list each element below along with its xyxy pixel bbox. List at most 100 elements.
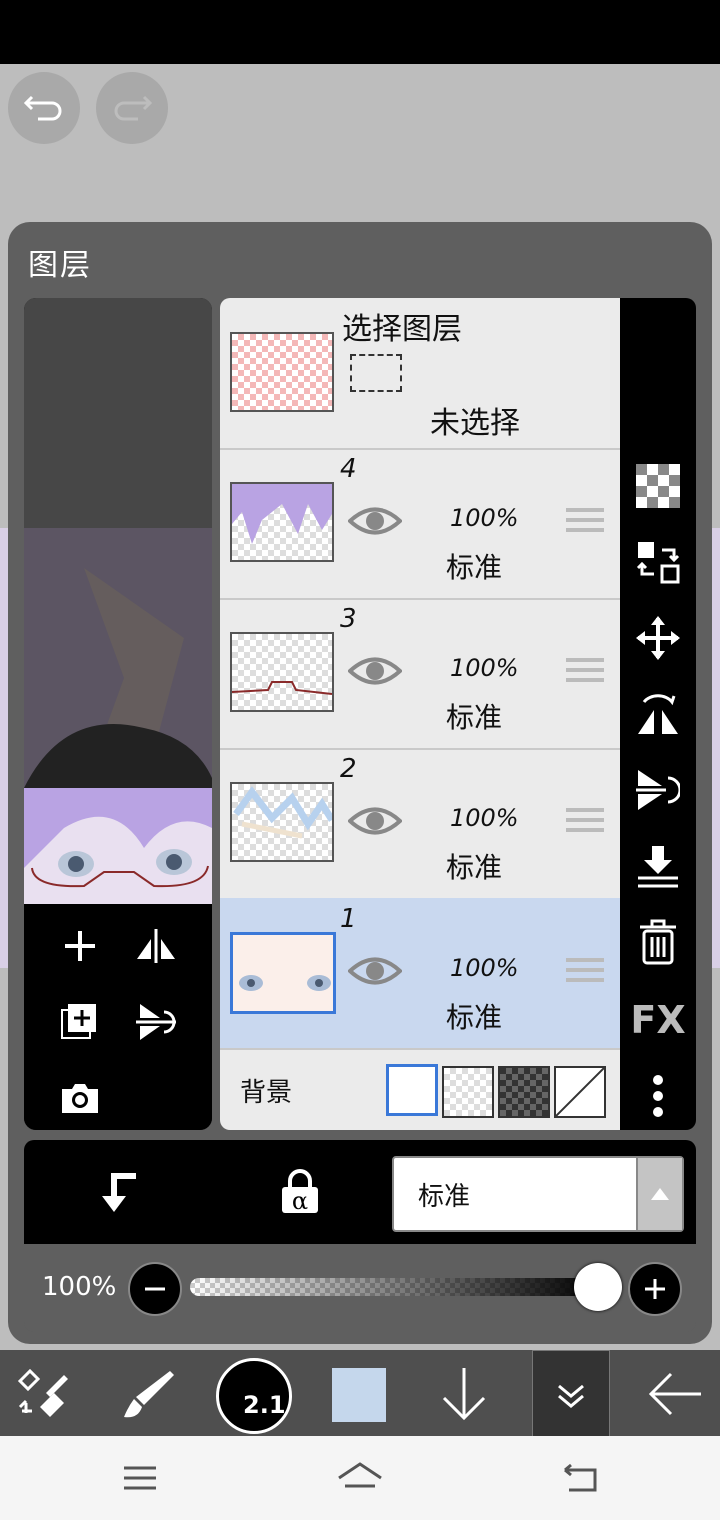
background-white-option[interactable]	[386, 1064, 438, 1116]
background-transparent-option[interactable]	[442, 1066, 494, 1118]
camera-button[interactable]	[58, 1076, 102, 1120]
layer-down-button[interactable]	[436, 1364, 492, 1424]
visibility-eye-icon[interactable]	[347, 654, 403, 692]
status-bar	[0, 0, 720, 64]
blend-mode-value: 标准	[418, 1182, 471, 1212]
selection-layer-thumbnail	[230, 332, 334, 412]
opacity-label: 100%	[42, 1272, 117, 1302]
home-icon	[338, 1462, 382, 1488]
flip-vertical-icon	[136, 1004, 176, 1040]
layer-number: 1	[340, 904, 357, 934]
flip-vertical-icon[interactable]	[634, 766, 682, 814]
layer-opacity: 100%	[450, 804, 519, 832]
chevron-up-icon	[651, 1188, 669, 1200]
layer-thumbnail	[230, 932, 336, 1014]
drag-handle-icon[interactable]	[566, 658, 604, 688]
brush-icon	[124, 1371, 174, 1418]
opacity-decrease-button[interactable]	[128, 1262, 182, 1316]
layer-thumbnail	[230, 482, 334, 562]
clip-layer-button[interactable]	[94, 1168, 142, 1216]
preview-canvas-top	[24, 298, 212, 528]
brush-size-button[interactable]: 2.1	[216, 1358, 292, 1434]
back-button[interactable]	[644, 1364, 706, 1424]
visibility-eye-icon[interactable]	[347, 954, 403, 992]
redo-button[interactable]	[96, 72, 168, 144]
background-dark-option[interactable]	[498, 1066, 550, 1118]
background-row: 背景	[220, 1048, 620, 1130]
layer-thumbnail	[230, 782, 334, 862]
alpha-lock-button[interactable]: α	[274, 1166, 326, 1218]
selection-layer-row[interactable]: 选择图层 未选择	[220, 298, 620, 450]
layer-opacity: 100%	[450, 654, 519, 682]
brush-eraser-switch-icon	[17, 1368, 68, 1417]
checker-icon[interactable]	[634, 462, 682, 510]
menu-icon	[124, 1466, 156, 1490]
drag-handle-icon[interactable]	[566, 508, 604, 538]
home-button[interactable]	[330, 1454, 390, 1502]
selection-marquee-icon	[350, 354, 402, 392]
double-chevron-down-icon	[558, 1384, 584, 1408]
color-swatch[interactable]	[330, 1366, 388, 1424]
blend-mode-select[interactable]: 标准	[392, 1156, 684, 1232]
arrow-down-icon	[442, 1368, 486, 1421]
minus-icon	[145, 1287, 165, 1291]
brush-tool-button[interactable]	[118, 1366, 176, 1422]
visibility-eye-icon[interactable]	[347, 804, 403, 842]
merge-down-icon[interactable]	[634, 842, 682, 890]
move-icon[interactable]	[634, 614, 682, 662]
blend-mode-dropdown-arrow[interactable]	[636, 1158, 682, 1230]
layer-preview	[24, 298, 212, 1130]
opacity-slider-track[interactable]	[190, 1278, 600, 1296]
layer-thumbnail	[230, 632, 334, 712]
main-toolbar: 2.1	[0, 1350, 720, 1438]
back-icon	[564, 1463, 597, 1492]
layer-row-selected[interactable]: 1 100% 标准	[220, 898, 620, 1050]
alpha-lock-icon: α	[282, 1169, 318, 1215]
arrow-left-icon	[648, 1372, 701, 1416]
system-nav-bar	[0, 1436, 720, 1520]
layer-opacity: 100%	[450, 954, 519, 982]
tool-switch-button[interactable]	[14, 1366, 72, 1422]
layer-options-bar: α 标准	[24, 1140, 696, 1244]
layer-row[interactable]: 3 100% 标准	[220, 598, 620, 750]
more-icon[interactable]	[634, 1072, 682, 1120]
camera-icon	[62, 1084, 98, 1113]
background-label: 背景	[240, 1078, 293, 1108]
opacity-increase-button[interactable]	[628, 1262, 682, 1316]
duplicate-icon	[61, 1004, 96, 1039]
fx-icon[interactable]: FX	[630, 998, 686, 1042]
flip-layer-horizontal-button[interactable]	[132, 924, 180, 968]
layer-tools-bar: FX	[620, 298, 696, 1130]
selection-layer-title: 选择图层	[342, 312, 462, 347]
layer-blend-mode: 标准	[446, 1001, 503, 1034]
collapse-panel-button[interactable]	[532, 1350, 610, 1438]
selection-status: 未选择	[430, 406, 520, 441]
opacity-slider-thumb[interactable]	[574, 1263, 622, 1311]
plus-icon	[645, 1279, 665, 1299]
menu-button[interactable]	[110, 1456, 170, 1500]
drag-handle-icon[interactable]	[566, 958, 604, 988]
layer-number: 3	[340, 604, 357, 634]
drag-handle-icon[interactable]	[566, 808, 604, 838]
add-layer-button[interactable]	[58, 924, 102, 968]
layer-swap-icon[interactable]	[634, 538, 682, 586]
plus-icon	[65, 931, 95, 961]
layer-row[interactable]: 4 100% 标准	[220, 448, 620, 600]
layer-blend-mode: 标准	[446, 551, 503, 584]
flip-layer-vertical-button[interactable]	[132, 1000, 180, 1044]
background-none-option[interactable]	[554, 1066, 606, 1118]
flip-horizontal-icon[interactable]	[634, 690, 682, 738]
preview-canvas-mid	[24, 528, 212, 788]
svg-text:α: α	[292, 1187, 308, 1215]
visibility-eye-icon[interactable]	[347, 504, 403, 542]
trash-icon[interactable]	[634, 918, 682, 966]
layer-list: 选择图层 未选择 4 100% 标准 3 100% 标准 2 100% 标准 1…	[220, 298, 620, 1130]
undo-icon	[24, 95, 62, 121]
clipping-arrow-icon	[102, 1173, 136, 1212]
layer-number: 2	[340, 754, 357, 784]
layer-row[interactable]: 2 100% 标准	[220, 748, 620, 900]
system-back-button[interactable]	[550, 1456, 610, 1500]
duplicate-layer-button[interactable]	[58, 1000, 102, 1044]
redo-icon	[114, 95, 152, 121]
undo-button[interactable]	[8, 72, 80, 144]
